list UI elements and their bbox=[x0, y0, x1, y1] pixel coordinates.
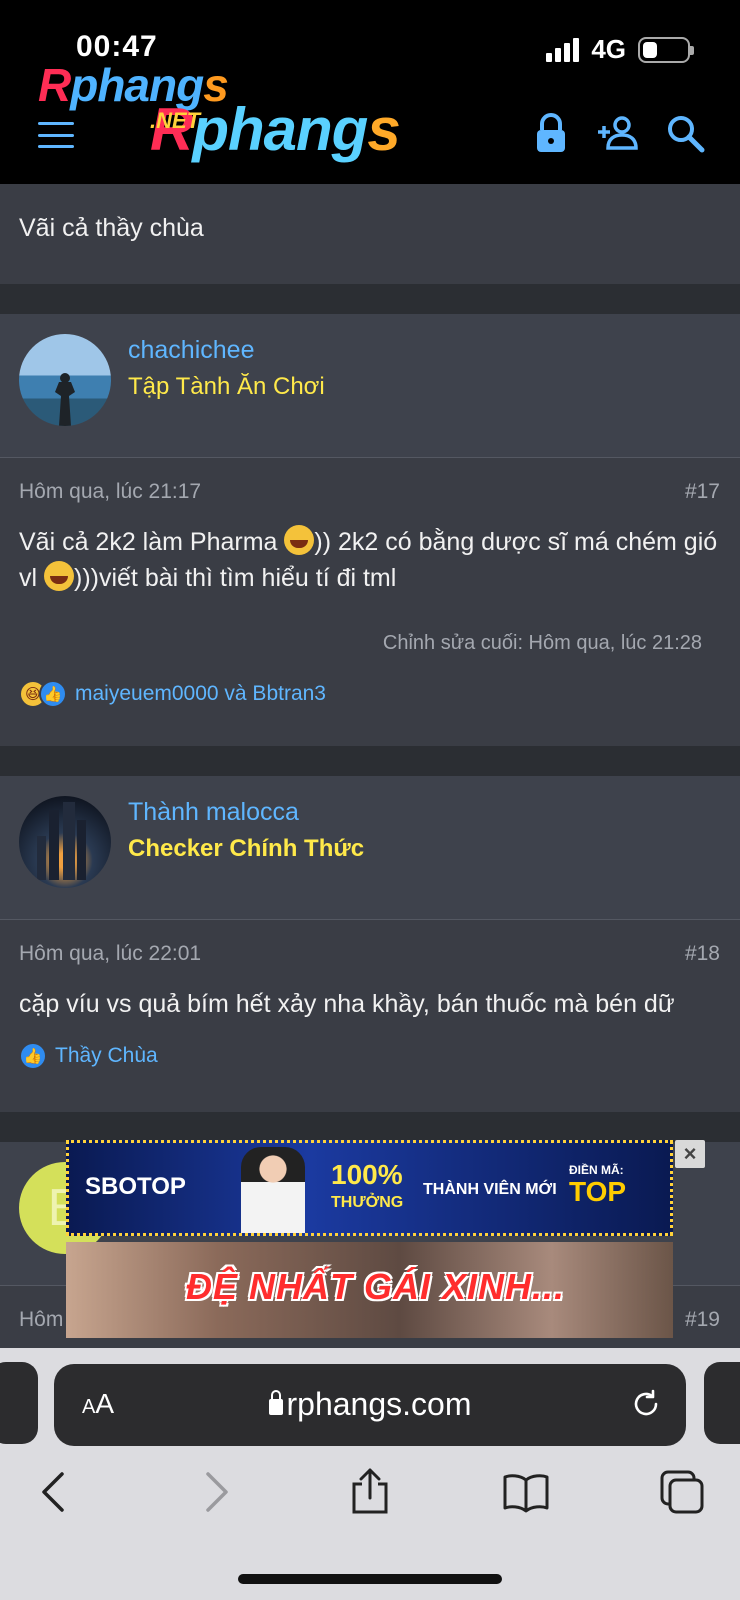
laughing-emoji-icon bbox=[284, 525, 315, 555]
network-type: 4G bbox=[591, 34, 626, 64]
like-reaction-icon: 👍 bbox=[39, 680, 67, 708]
post-number[interactable]: #19 bbox=[685, 1308, 720, 1332]
next-tab-preview[interactable] bbox=[704, 1362, 740, 1444]
post-text-part: Vãi cả 2k2 làm Pharma bbox=[19, 528, 285, 556]
post-text-part: )))viết bài thì tìm hiểu tí đi tml bbox=[74, 564, 397, 592]
user-title: Checker Chính Thức bbox=[128, 835, 365, 862]
add-user-icon[interactable] bbox=[596, 112, 638, 154]
ad-bonus: 100% THƯỞNG bbox=[331, 1161, 403, 1217]
previous-tab-preview[interactable] bbox=[0, 1362, 38, 1444]
url-display[interactable]: rphangs.com bbox=[54, 1386, 686, 1423]
home-indicator bbox=[238, 1574, 502, 1584]
signal-icon bbox=[546, 37, 580, 62]
logo-letter-r: R bbox=[38, 59, 71, 111]
avatar[interactable] bbox=[19, 796, 111, 888]
post-text: Vãi cả thầy chùa bbox=[19, 214, 204, 242]
post-text: cặp víu vs quả bím hết xảy nha khầy, bán… bbox=[19, 990, 675, 1018]
search-icon[interactable] bbox=[664, 112, 706, 154]
reaction-users[interactable]: maiyeuem0000 và Bbtran3 bbox=[75, 682, 326, 706]
post-separator bbox=[0, 746, 740, 776]
laughing-emoji-icon bbox=[44, 561, 74, 591]
back-icon[interactable] bbox=[32, 1468, 80, 1516]
post-text: Vãi cả 2k2 làm Pharma )) 2k2 có bằng dượ… bbox=[19, 524, 719, 596]
post-date[interactable]: Hôm qua, lúc 21:17 bbox=[19, 480, 201, 504]
ad-banner-gai-xinh[interactable]: ĐỆ NHẤT GÁI XINH... bbox=[66, 1242, 673, 1338]
menu-icon[interactable] bbox=[38, 122, 74, 148]
post-number[interactable]: #18 bbox=[685, 942, 720, 966]
post-separator bbox=[0, 1112, 740, 1142]
post-date[interactable]: Hôm qua, lúc 22:01 bbox=[19, 942, 201, 966]
post-user-bar bbox=[0, 776, 740, 920]
ad-bonus-label: THƯỞNG bbox=[331, 1194, 404, 1211]
lock-icon[interactable] bbox=[530, 112, 572, 154]
bookmarks-icon[interactable] bbox=[502, 1468, 550, 1516]
ad-banner-sbotop[interactable]: SBOTOP 100% THƯỞNG THÀNH VIÊN MỚI ĐIỀN MÃ… bbox=[66, 1140, 673, 1236]
logo-letter-s: s bbox=[367, 96, 400, 163]
reaction-users[interactable]: Thầy Chùa bbox=[55, 1044, 158, 1068]
browser-toolbar: AA rphangs.com bbox=[0, 1348, 740, 1600]
logo-net-label: .NET bbox=[150, 108, 201, 133]
post-user-bar bbox=[0, 314, 740, 458]
post-17: chachichee Tập Tành Ăn Chơi Hôm qua, lúc… bbox=[0, 314, 740, 746]
reactions-bar[interactable]: 👍 Thầy Chùa bbox=[19, 1042, 158, 1070]
post-date[interactable]: Hôm bbox=[19, 1308, 63, 1332]
ad-model-image bbox=[241, 1147, 305, 1233]
avatar[interactable] bbox=[19, 334, 111, 426]
lock-icon bbox=[268, 1390, 283, 1415]
ad-code-label: ĐIỀN MÃ: bbox=[569, 1163, 624, 1177]
post-separator bbox=[0, 284, 740, 314]
user-title: Tập Tành Ăn Chơi bbox=[128, 373, 325, 400]
reactions-bar[interactable]: 😆 👍 maiyeuem0000 và Bbtran3 bbox=[19, 680, 326, 708]
ad-bonus-percent: 100% bbox=[331, 1159, 403, 1190]
reload-icon[interactable] bbox=[630, 1388, 662, 1420]
last-edited-note: Chỉnh sửa cuối: Hôm qua, lúc 21:28 bbox=[382, 632, 702, 654]
ad-member-text: THÀNH VIÊN MỚI bbox=[423, 1181, 557, 1198]
like-reaction-icon: 👍 bbox=[19, 1042, 47, 1070]
ad-brand: SBOTOP bbox=[85, 1173, 186, 1200]
logo-text: phang bbox=[192, 96, 368, 163]
username[interactable]: chachichee bbox=[128, 336, 254, 365]
ad-close-button[interactable]: × bbox=[675, 1140, 705, 1168]
status-indicators: 4G bbox=[546, 34, 694, 65]
username[interactable]: Thành malocca bbox=[128, 798, 299, 827]
ad-code: ĐIỀN MÃ: TOP bbox=[569, 1163, 626, 1207]
post-16: Vãi cả thầy chùa bbox=[0, 184, 740, 284]
forward-icon[interactable] bbox=[190, 1468, 238, 1516]
url-text: rphangs.com bbox=[286, 1386, 472, 1422]
top-header: 00:47 4G Rphangs Rphangs .NET bbox=[0, 0, 740, 184]
post-number[interactable]: #17 bbox=[685, 480, 720, 504]
ad-headline: ĐỆ NHẤT GÁI XINH... bbox=[186, 1266, 566, 1307]
tabs-icon[interactable] bbox=[658, 1468, 706, 1516]
address-bar[interactable]: AA rphangs.com bbox=[54, 1364, 686, 1446]
battery-icon bbox=[638, 36, 694, 63]
ad-code-value: TOP bbox=[569, 1176, 627, 1207]
post-18: Thành malocca Checker Chính Thức Hôm qua… bbox=[0, 776, 740, 1112]
share-icon[interactable] bbox=[346, 1468, 394, 1516]
